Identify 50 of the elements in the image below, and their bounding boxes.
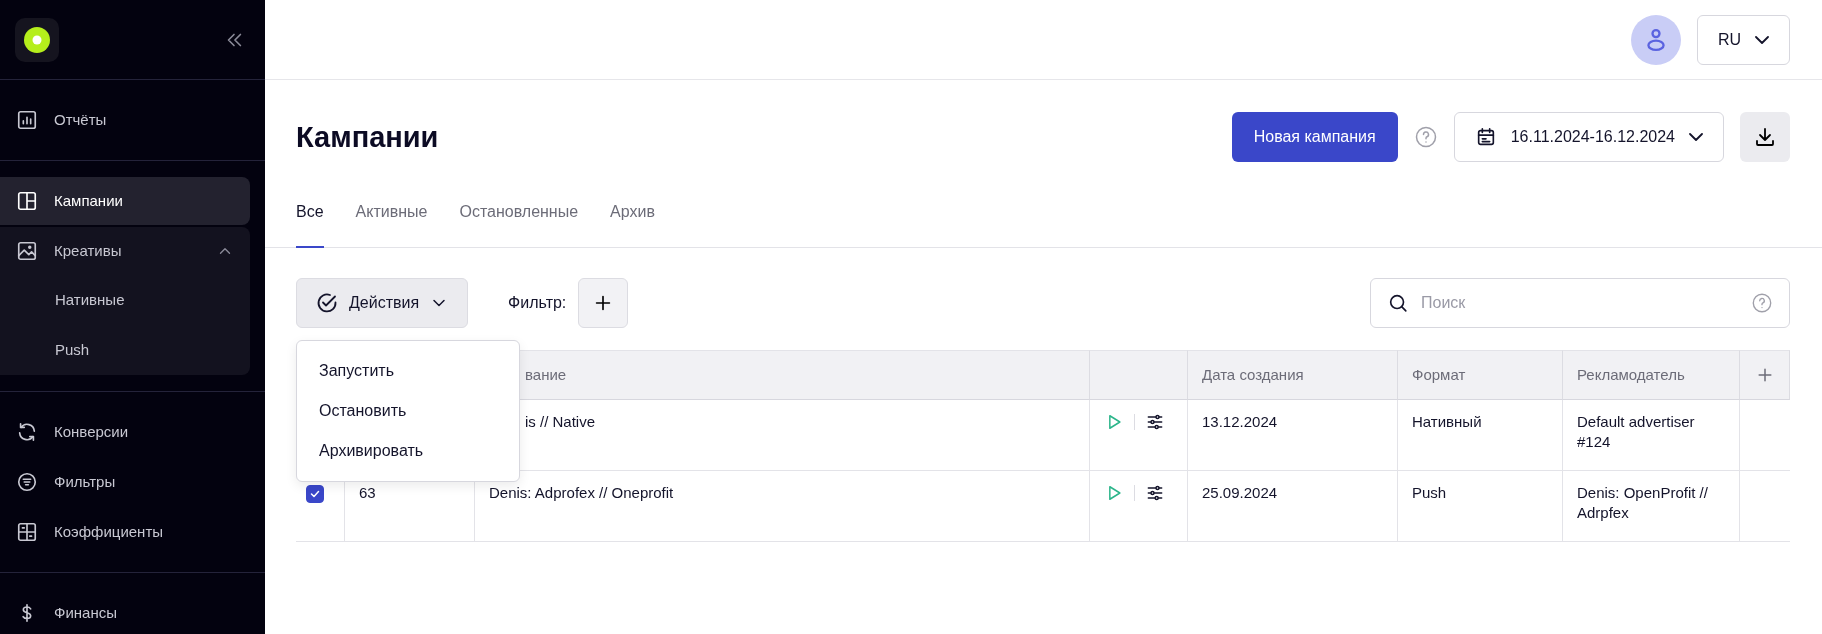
sidebar-item[interactable]: Отчёты [0, 96, 250, 144]
sidebar-subitem[interactable]: Нативные [0, 275, 250, 325]
actions-button[interactable]: Действия [296, 278, 469, 328]
layout-icon [16, 190, 38, 212]
filter-label: Фильтр: [508, 293, 567, 313]
grid-icon [16, 521, 38, 543]
search-field[interactable]: Поиск [1419, 290, 1741, 316]
page-title: Кампании [296, 119, 440, 155]
logo-icon [15, 17, 59, 62]
chevron-down-icon [1755, 35, 1769, 44]
tab[interactable]: Активные [355, 200, 428, 248]
check-icon [309, 488, 321, 500]
column-header: Формат [1398, 350, 1563, 400]
tab[interactable]: Все [296, 200, 324, 248]
search-bar[interactable]: Поиск [1370, 278, 1790, 328]
column-header: Рекламодатель [1563, 350, 1740, 400]
row-checkbox[interactable] [306, 485, 324, 503]
tab[interactable]: Остановленные [459, 200, 579, 248]
sidebar-item[interactable]: Коэффициенты [0, 508, 250, 556]
help-icon [1751, 292, 1773, 314]
refresh-icon [16, 421, 38, 443]
sidebar-item[interactable]: Финансы [0, 589, 250, 634]
column-header: Дата создания [1188, 350, 1398, 400]
search-icon [1387, 292, 1409, 314]
sidebar-item[interactable]: Конверсии [0, 408, 250, 456]
sidebar-item[interactable]: Фильтры [0, 458, 250, 506]
table-cell: 13.12.2024 [1188, 400, 1398, 471]
table-cell: Нативный [1398, 400, 1563, 471]
check-circle-icon [315, 291, 339, 315]
download-button[interactable] [1740, 112, 1790, 162]
sliders-icon[interactable] [1145, 483, 1165, 503]
add-filter-button[interactable] [578, 278, 629, 328]
table-cell: Denis: OpenProfit // Adrpfex [1563, 471, 1740, 542]
date-range-picker[interactable]: 16.11.2024-16.12.2024 [1453, 112, 1724, 162]
tab[interactable]: Архив [610, 200, 655, 248]
sidebar-item[interactable]: Кампании [0, 177, 250, 225]
table-cell: Push [1398, 471, 1563, 542]
help-icon [1413, 125, 1438, 149]
filter-icon [16, 471, 38, 493]
chevron-down-icon [1689, 133, 1703, 141]
chart-icon [16, 109, 38, 131]
sliders-icon[interactable] [1145, 412, 1165, 432]
new-campaign-button[interactable]: Новая кампания [1231, 112, 1398, 162]
table-cell: Default advertiser #124 [1563, 400, 1740, 471]
download-icon [1753, 125, 1777, 149]
language-select[interactable]: RU [1696, 14, 1790, 65]
image-icon [16, 240, 38, 262]
sidebar-item[interactable]: Креативы [0, 227, 250, 275]
table-cell: 25.09.2024 [1188, 471, 1398, 542]
sidebar-subitem[interactable]: Push [0, 325, 250, 375]
